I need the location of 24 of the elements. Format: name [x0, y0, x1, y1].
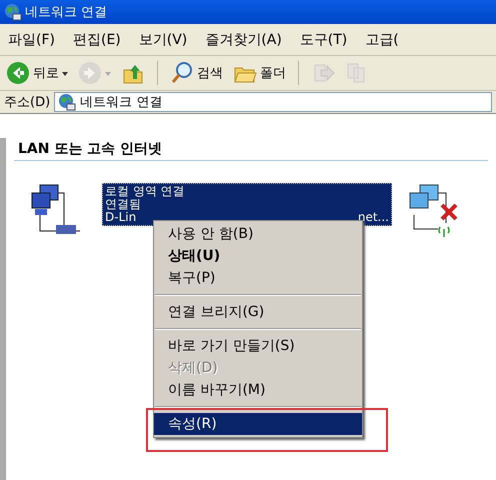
- menu-item[interactable]: 연결 브리지(G): [154, 301, 362, 323]
- menu-item[interactable]: 바로 가기 만들기(S): [154, 335, 362, 357]
- network-globe-icon: [58, 93, 76, 111]
- group-header: LAN 또는 고속 인터넷: [14, 138, 488, 161]
- search-icon: [170, 61, 194, 85]
- menu-item[interactable]: 복구(P): [154, 267, 362, 289]
- menu-item[interactable]: 사용 안 함(B): [154, 223, 362, 245]
- menu-item[interactable]: 즐겨찾기(A): [205, 30, 282, 48]
- connection-label[interactable]: 로컬 영역 연결 연결됨 D-Lin net...: [102, 183, 392, 226]
- menu-item[interactable]: 상태(U): [154, 245, 362, 267]
- menu-item[interactable]: 보기(V): [138, 30, 188, 48]
- address-label: 주소(D): [4, 94, 50, 111]
- menu-item[interactable]: 속성(R): [154, 413, 362, 435]
- address-field[interactable]: 네트워크 연결: [54, 92, 492, 112]
- menu-item[interactable]: 고급(: [365, 30, 399, 48]
- back-button[interactable]: 뒤로: [4, 59, 70, 87]
- menu-item[interactable]: 파일(F): [8, 30, 55, 48]
- menu-item[interactable]: 이름 바꾸기(M): [154, 379, 362, 401]
- network-globe-icon: [4, 3, 22, 21]
- search-button[interactable]: 검색: [168, 59, 225, 87]
- menu-item[interactable]: 편집(E): [72, 30, 121, 48]
- menu-item[interactable]: 도구(T): [300, 30, 348, 48]
- folders-button[interactable]: 폴더: [231, 59, 288, 87]
- window-title: 네트워크 연결: [25, 4, 108, 21]
